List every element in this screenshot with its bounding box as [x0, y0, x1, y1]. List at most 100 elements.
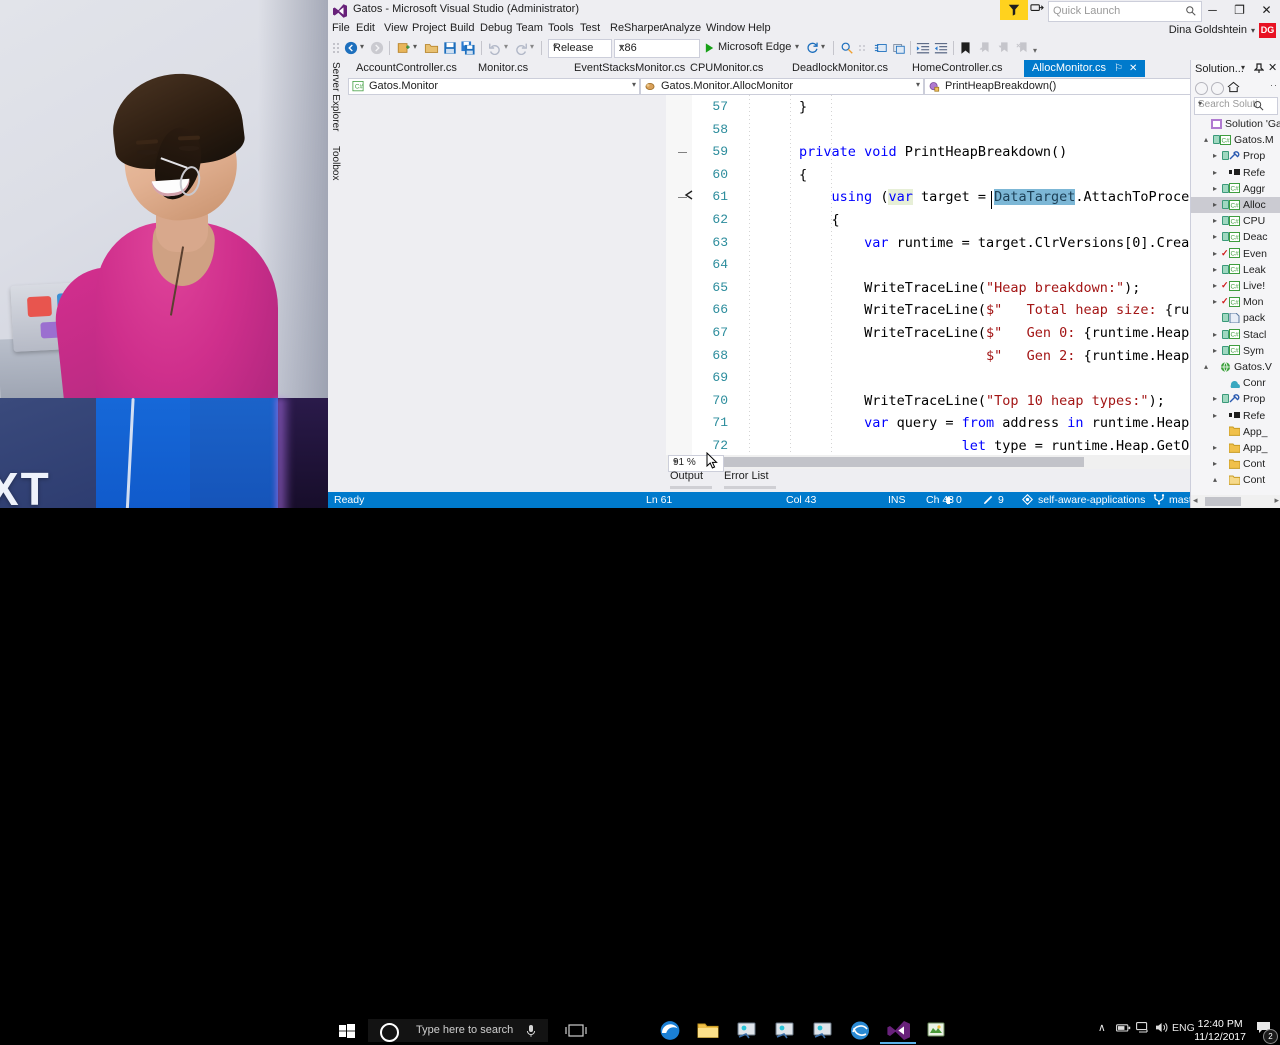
menu-item-view[interactable]: View	[384, 22, 408, 34]
chevron-right-icon[interactable]: ▸	[1213, 200, 1217, 209]
menu-item-debug[interactable]: Debug	[480, 22, 512, 34]
menu-item-build[interactable]: Build	[450, 22, 474, 34]
chevron-down-icon[interactable]: ▾	[1198, 99, 1275, 108]
hscrollbar-thumb[interactable]	[680, 457, 1084, 467]
internet-explorer-icon[interactable]	[842, 1019, 878, 1042]
scroll-right-arrow-icon[interactable]: ▸	[1274, 495, 1279, 506]
scroll-left-arrow-icon[interactable]: ◂	[1193, 495, 1198, 506]
tab-output[interactable]: Output	[670, 470, 703, 482]
task-view-icon[interactable]	[558, 1019, 594, 1042]
chevron-right-icon[interactable]: ▸	[1213, 330, 1217, 339]
toolbar-grip-icon[interactable]	[332, 42, 340, 54]
menu-item-team[interactable]: Team	[516, 22, 543, 34]
indent-icon[interactable]	[916, 41, 930, 55]
navigate-back-dropdown-icon[interactable]: ▾	[360, 42, 364, 51]
chevron-down-icon[interactable]: ▴	[1213, 475, 1217, 484]
battery-icon[interactable]	[1116, 1022, 1131, 1034]
send-feedback-icon[interactable]	[1030, 2, 1045, 17]
menu-item-analyze[interactable]: Analyze	[662, 22, 701, 34]
solution-explorer-overflow-icon[interactable]: ··	[1270, 80, 1278, 90]
tree-item-alloc[interactable]: ▸C#Alloc	[1191, 197, 1280, 213]
microsoft-edge-icon[interactable]	[652, 1019, 688, 1042]
back-icon[interactable]	[1195, 82, 1208, 95]
remote-desktop-icon-3[interactable]	[804, 1019, 840, 1042]
solution-platform-combo[interactable]: x86 ▾	[614, 39, 700, 58]
chevron-right-icon[interactable]: ▸	[1213, 265, 1217, 274]
chevron-right-icon[interactable]: ▸	[1213, 297, 1217, 306]
account-area[interactable]: Dina Goldshtein ▾ DG	[1169, 22, 1276, 38]
document-tab-homecontroller-cs[interactable]: HomeController.cs	[904, 60, 1010, 77]
find-in-files-icon[interactable]	[840, 41, 854, 55]
menu-item-tools[interactable]: Tools	[548, 22, 574, 34]
solution-explorer-tree[interactable]: Solution 'Gа▴C#Gatos.M▸Prop▸Refe▸C#Aggr▸…	[1191, 116, 1280, 491]
document-tab-cpumonitor-cs[interactable]: CPUMonitor.cs	[682, 60, 771, 77]
volume-icon[interactable]	[1155, 1021, 1169, 1034]
chevron-right-icon[interactable]: ▸	[1213, 184, 1217, 193]
toolbar-grip-icon[interactable]	[858, 44, 866, 54]
new-project-icon[interactable]	[396, 41, 411, 55]
tree-item-deac[interactable]: ▸C#Deac	[1191, 229, 1280, 245]
chevron-right-icon[interactable]: ▸	[1213, 346, 1217, 355]
code-line[interactable]: WriteTraceLine("Heap breakdown:");	[864, 280, 1140, 296]
chevron-right-icon[interactable]: ▸	[1213, 216, 1217, 225]
tree-item-even[interactable]: ▸✓C#Even	[1191, 246, 1280, 262]
collapse-all-marker-icon[interactable]	[682, 187, 696, 203]
tree-item-refe[interactable]: ▸Refe	[1191, 165, 1280, 181]
editor-horizontal-scrollbar[interactable]: ◂ ▸	[666, 455, 1280, 469]
chevron-right-icon[interactable]: ▸	[1213, 281, 1217, 290]
menu-item-project[interactable]: Project	[412, 22, 446, 34]
feedback-filter-button[interactable]	[1000, 0, 1028, 20]
tree-item-conr[interactable]: Conr	[1191, 375, 1280, 391]
solution-explorer-hscrollbar[interactable]: ◂ ▸	[1191, 495, 1280, 508]
menu-item-edit[interactable]: Edit	[356, 22, 375, 34]
status-pending-changes[interactable]: 9	[998, 494, 1004, 506]
chevron-right-icon[interactable]: ▸	[1213, 232, 1217, 241]
code-editor[interactable]: 57585960616263646566676869707172 }privat…	[666, 95, 1280, 455]
chevron-down-icon[interactable]: ▾	[1241, 63, 1245, 72]
refresh-icon[interactable]	[806, 41, 819, 54]
chevron-down-icon[interactable]: ▴	[1204, 135, 1208, 144]
chevron-right-icon[interactable]: ▸	[1213, 443, 1217, 452]
minimize-button[interactable]: ─	[1199, 0, 1226, 21]
tree-item-leak[interactable]: ▸C#Leak	[1191, 262, 1280, 278]
solution-explorer-search[interactable]: Search Soluti ▾	[1194, 97, 1278, 115]
document-tab-accountcontroller-cs[interactable]: AccountController.cs	[348, 60, 465, 77]
code-line[interactable]: {	[799, 167, 807, 183]
document-tab-monitor-cs[interactable]: Monitor.cs	[470, 60, 536, 77]
close-icon[interactable]: ✕	[1268, 61, 1277, 74]
save-all-icon[interactable]	[461, 41, 475, 55]
navbar-member-combo[interactable]: PrintHeapBreakdown() ▾	[924, 78, 1200, 95]
chevron-down-icon[interactable]: ▴	[1204, 362, 1208, 371]
solution-configuration-combo[interactable]: Release ▾	[548, 39, 612, 58]
tree-item-gatosm[interactable]: ▴C#Gatos.M	[1191, 132, 1280, 148]
tree-item-live[interactable]: ▸✓C#Live!	[1191, 278, 1280, 294]
tree-item-sym[interactable]: ▸C#Sym	[1191, 343, 1280, 359]
process-explorer-icon[interactable]	[918, 1019, 954, 1042]
chevron-down-icon[interactable]: ▾	[1251, 26, 1255, 35]
navigate-back-icon[interactable]	[344, 41, 358, 55]
action-center-badge[interactable]: 2	[1263, 1029, 1278, 1044]
document-tab-eventstacksmonitor-cs[interactable]: EventStacksMonitor.cs	[566, 60, 693, 77]
code-line[interactable]: }	[799, 99, 807, 115]
sidebar-item-toolbox[interactable]: Toolbox	[330, 146, 341, 180]
status-repository[interactable]: self-aware-applications	[1038, 494, 1145, 506]
uncomment-icon[interactable]	[892, 41, 906, 55]
code-line[interactable]: private void PrintHeapBreakdown()	[799, 144, 1067, 160]
windows-start-icon[interactable]	[328, 1016, 368, 1045]
editor-fold-gutter[interactable]	[666, 95, 692, 455]
git-branch-icon[interactable]	[1153, 494, 1165, 505]
forward-icon[interactable]	[1211, 82, 1224, 95]
tree-item-stacl[interactable]: ▸C#Stacl	[1191, 327, 1280, 343]
chevron-right-icon[interactable]: ▸	[1213, 168, 1217, 177]
code-line[interactable]: WriteTraceLine("Top 10 heap types:");	[864, 393, 1165, 409]
code-line[interactable]: {	[832, 212, 840, 228]
run-target-dropdown-icon[interactable]: ▾	[795, 42, 799, 51]
tab-close-icon[interactable]: ✕	[1129, 63, 1137, 74]
tree-item-pack[interactable]: pack	[1191, 310, 1280, 326]
home-icon[interactable]	[1227, 81, 1240, 93]
arrow-up-icon[interactable]	[944, 495, 953, 505]
pin-icon[interactable]	[1254, 63, 1264, 74]
solution-explorer-panel[interactable]: Solution... ▾ ✕ ·· Search Soluti ▾ Solut…	[1190, 60, 1280, 508]
menu-item-test[interactable]: Test	[580, 22, 600, 34]
document-tab-deadlockmonitor-cs[interactable]: DeadlockMonitor.cs	[784, 60, 896, 77]
